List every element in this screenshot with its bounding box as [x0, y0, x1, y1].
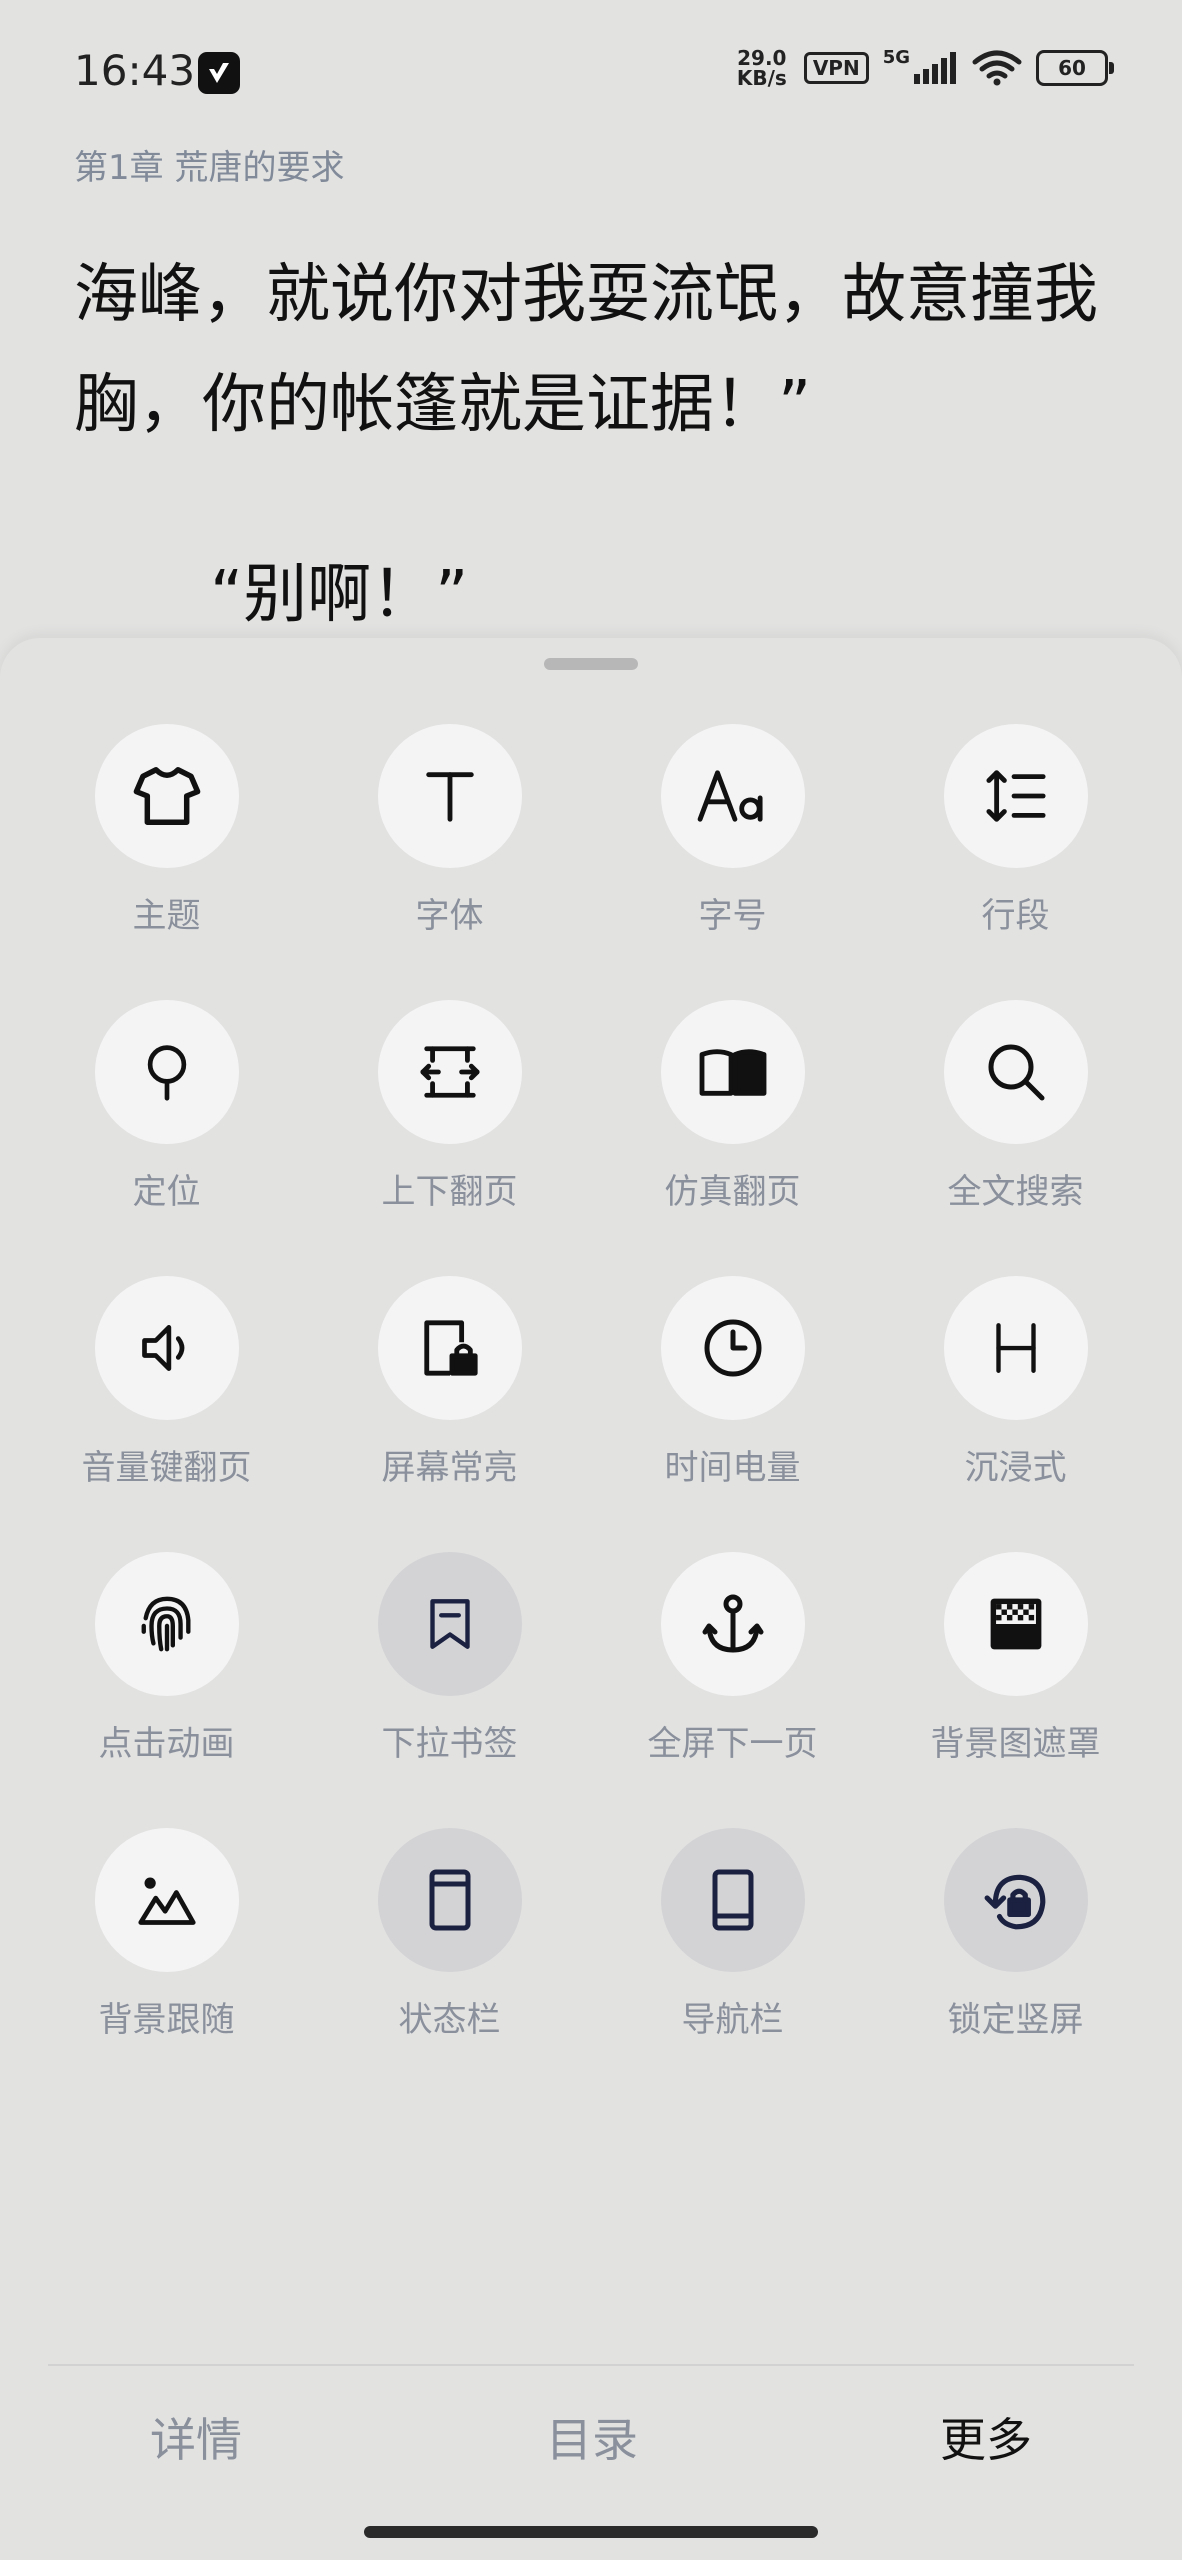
menu-item-label: 音量键翻页: [81, 1448, 252, 1488]
mask-pattern-icon: [990, 1598, 1041, 1650]
menu-item-label: 上下翻页: [381, 1172, 518, 1212]
tab-divider: [48, 2364, 1134, 2366]
menu-item-label: 下拉书签: [381, 1724, 518, 1764]
menu-item-label: 主题: [132, 896, 201, 936]
menu-item-lock-portrait[interactable]: 锁定竖屏: [874, 1828, 1157, 2104]
bookmark-icon: [429, 1599, 470, 1649]
menu-item-label: 行段: [981, 896, 1050, 936]
menu-item-locate[interactable]: 定位: [25, 1000, 308, 1276]
menu-item-immersive[interactable]: 沉浸式: [874, 1276, 1157, 1552]
tab-catalog[interactable]: 目录: [492, 2402, 692, 2478]
reading-paragraph: “别啊！”: [210, 558, 469, 632]
menu-item-font-size[interactable]: 字号: [591, 724, 874, 1000]
network-speed: 29.0 KB/s: [736, 46, 787, 90]
status-bar-icon: [429, 1869, 470, 1931]
wifi-icon: [972, 50, 1022, 86]
app-notification-icon: [198, 52, 240, 94]
status-indicators: 29.0 KB/s VPN 5G 60: [734, 46, 1114, 90]
menu-item-fullscreen-next[interactable]: 全屏下一页: [591, 1552, 874, 1828]
font-t-icon: [425, 772, 474, 822]
book-open-icon: [699, 1049, 766, 1096]
reading-paragraph: 海峰，就说你对我耍流氓，故意撞我胸，你的帐篷就是证据！”: [74, 258, 1098, 442]
volume-icon: [141, 1325, 184, 1371]
menu-item-label: 全文搜索: [947, 1172, 1084, 1212]
rotate-lock-icon: [984, 1874, 1045, 1930]
menu-item-label: 状态栏: [398, 2000, 501, 2040]
settings-sheet: 主题 字体 字号 行段 定位 上下翻页 仿真翻页 全文搜索 音量键翻页 屏幕常亮…: [0, 638, 1182, 2560]
tab-details[interactable]: 详情: [96, 2402, 296, 2478]
menu-item-font[interactable]: 字体: [308, 724, 591, 1000]
tab-more[interactable]: 更多: [886, 2402, 1086, 2478]
menu-item-time-battery[interactable]: 时间电量: [591, 1276, 874, 1552]
vpn-badge: VPN: [803, 52, 869, 84]
menu-item-label: 字号: [698, 896, 767, 936]
settings-grid: 主题 字体 字号 行段 定位 上下翻页 仿真翻页 全文搜索 音量键翻页 屏幕常亮…: [25, 724, 1157, 2104]
menu-item-label: 时间电量: [664, 1448, 801, 1488]
menu-item-status-bar[interactable]: 状态栏: [308, 1828, 591, 2104]
menu-item-label: 背景跟随: [98, 2000, 235, 2040]
status-bar: 16:43 29.0 KB/s VPN 5G 60: [0, 0, 1182, 140]
search-icon: [988, 1044, 1044, 1101]
vertical-page-icon: [419, 1046, 480, 1098]
menu-item-label: 锁定竖屏: [947, 2000, 1084, 2040]
menu-item-label: 定位: [132, 1172, 201, 1212]
bottom-tabs: 详情 目录 更多: [0, 2402, 1182, 2492]
menu-item-label: 导航栏: [681, 2000, 784, 2040]
line-spacing-icon: [985, 770, 1046, 822]
fingerprint-icon: [141, 1596, 190, 1652]
tshirt-icon: [133, 767, 200, 825]
menu-item-label: 背景图遮罩: [930, 1724, 1101, 1764]
cellular-signal-icon: 5G: [883, 47, 958, 84]
menu-item-navigation-bar[interactable]: 导航栏: [591, 1828, 874, 2104]
menu-item-label: 屏幕常亮: [381, 1448, 518, 1488]
menu-item-simulated-page[interactable]: 仿真翻页: [591, 1000, 874, 1276]
menu-item-theme[interactable]: 主题: [25, 724, 308, 1000]
chapter-title: 第1章 荒唐的要求: [74, 148, 345, 188]
anchor-icon: [702, 1594, 763, 1653]
font-size-icon: [697, 770, 763, 822]
menu-item-vertical-page[interactable]: 上下翻页: [308, 1000, 591, 1276]
letter-h-icon: [995, 1323, 1036, 1373]
status-time: 16:43: [74, 46, 196, 95]
menu-item-background-follow[interactable]: 背景跟随: [25, 1828, 308, 2104]
menu-item-label: 点击动画: [98, 1724, 235, 1764]
navigation-bar-icon: [712, 1869, 753, 1931]
menu-item-label: 字体: [415, 896, 484, 936]
location-pin-icon: [147, 1045, 186, 1101]
menu-item-label: 沉浸式: [964, 1448, 1067, 1488]
menu-item-pull-bookmark[interactable]: 下拉书签: [308, 1552, 591, 1828]
screen-lock-icon: [423, 1320, 478, 1376]
gesture-navigation-bar[interactable]: [364, 2526, 818, 2538]
menu-item-screen-on[interactable]: 屏幕常亮: [308, 1276, 591, 1552]
sheet-drag-handle[interactable]: [544, 658, 638, 670]
menu-item-background-mask[interactable]: 背景图遮罩: [874, 1552, 1157, 1828]
menu-item-fulltext-search[interactable]: 全文搜索: [874, 1000, 1157, 1276]
menu-item-label: 仿真翻页: [664, 1172, 801, 1212]
menu-item-click-animation[interactable]: 点击动画: [25, 1552, 308, 1828]
battery-indicator: 60: [1036, 50, 1114, 86]
menu-item-label: 全屏下一页: [647, 1724, 818, 1764]
clock-icon: [704, 1319, 761, 1377]
menu-item-volume-key[interactable]: 音量键翻页: [25, 1276, 308, 1552]
landscape-icon: [137, 1877, 196, 1925]
menu-item-line-spacing[interactable]: 行段: [874, 724, 1157, 1000]
